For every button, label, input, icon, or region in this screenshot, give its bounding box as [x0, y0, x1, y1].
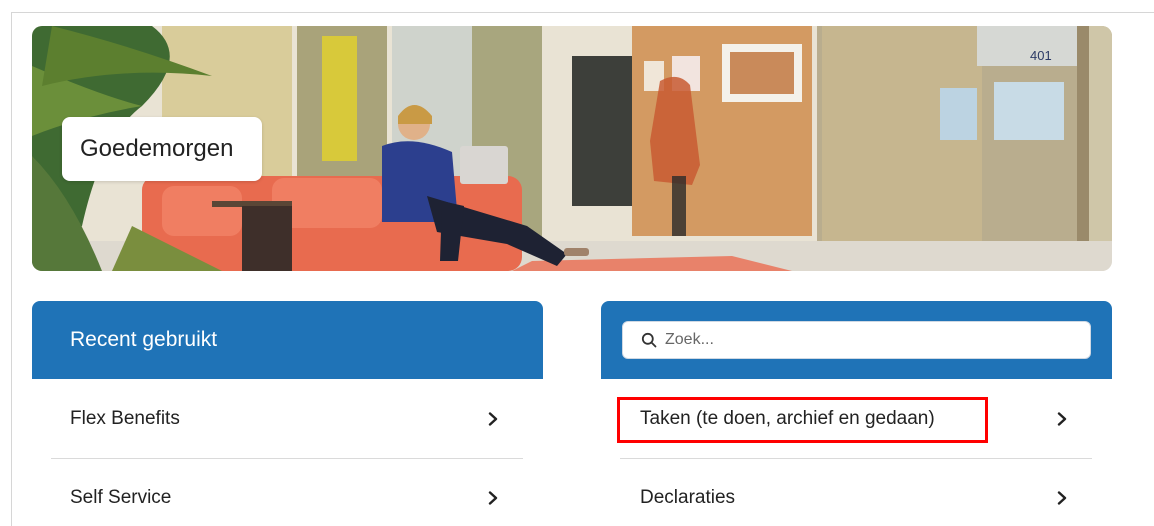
recent-used-header: Recent gebruikt [32, 301, 543, 379]
search-item-label: Declaraties [640, 486, 736, 508]
recent-used-title: Recent gebruikt [70, 328, 218, 351]
recent-item-flex-benefits[interactable]: Flex Benefits [32, 379, 543, 458]
chevron-right-icon [1057, 490, 1067, 505]
recent-item-self-service[interactable]: Self Service [32, 458, 543, 526]
greeting-label: Goedemorgen [62, 117, 262, 181]
recent-item-label: Self Service [70, 486, 172, 508]
search-icon [641, 332, 657, 348]
room-number: 401 [1030, 48, 1052, 63]
recent-used-card: Recent gebruikt Flex Benefits Self Servi… [32, 301, 543, 526]
recent-item-label: Flex Benefits [70, 407, 180, 429]
search-input[interactable] [665, 331, 1085, 349]
chevron-right-icon [488, 411, 498, 426]
search-item-declarations[interactable]: Declaraties [601, 458, 1112, 526]
chevron-right-icon [488, 490, 498, 505]
chevron-right-icon [1057, 411, 1067, 426]
search-field[interactable] [622, 321, 1091, 359]
highlight-box [617, 397, 988, 443]
